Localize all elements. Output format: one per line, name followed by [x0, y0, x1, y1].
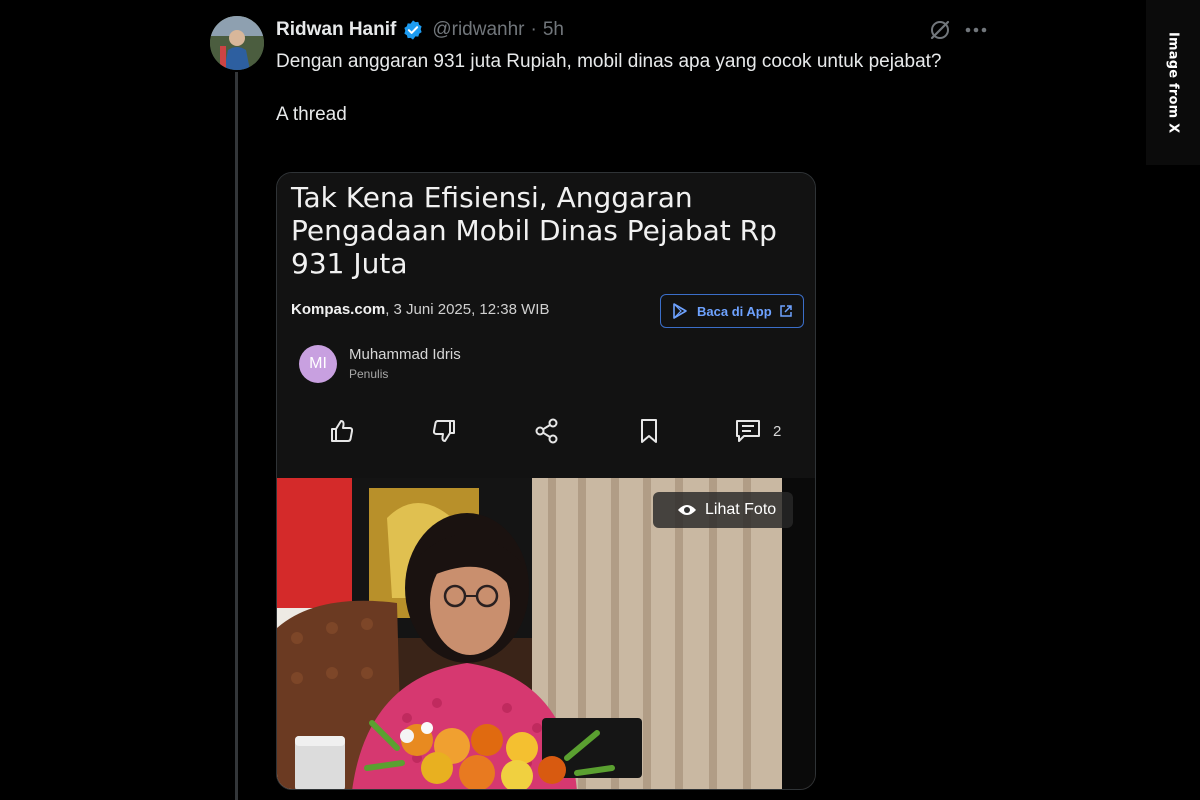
view-photo-button: Lihat Foto — [653, 492, 793, 528]
separator-dot: · — [530, 19, 537, 40]
avatar-image — [210, 16, 264, 70]
tweet-text-line: A thread — [276, 104, 347, 125]
view-photo-label: Lihat Foto — [705, 501, 777, 518]
article-headline: Tak Kena Efisiensi, Anggaran Pengadaan M… — [291, 181, 777, 280]
eye-icon — [678, 505, 696, 515]
thumbs-up-icon — [327, 416, 357, 446]
author-avatar[interactable] — [210, 16, 264, 70]
tweet-text: Dengan anggaran 931 juta Rupiah, mobil d… — [276, 48, 966, 128]
comment-count: 2 — [773, 423, 782, 440]
comment-icon — [733, 416, 763, 446]
read-in-app-label: Baca di App — [697, 303, 772, 319]
tweet-text-line: Dengan anggaran 931 juta Rupiah, mobil d… — [276, 51, 942, 72]
article-source: Kompas.com — [291, 301, 386, 318]
external-link-icon — [780, 305, 792, 317]
share-icon — [532, 416, 562, 446]
read-in-app-button: Baca di App — [660, 294, 804, 328]
article-photo: Lihat Foto — [277, 478, 815, 789]
attached-image-card[interactable]: Tak Kena Efisiensi, Anggaran Pengadaan M… — [276, 172, 816, 790]
article-author-role: Penulis — [349, 367, 389, 381]
article-meta: Kompas.com, 3 Juni 2025, 12:38 WIB — [291, 301, 549, 318]
thread-line — [235, 72, 238, 800]
image-source-label: Image from X — [1165, 31, 1181, 134]
display-name[interactable]: Ridwan Hanif — [276, 19, 396, 41]
handle[interactable]: @ridwanhr — [432, 19, 524, 41]
article-author-name: Muhammad Idris — [349, 346, 461, 363]
more-icon[interactable] — [962, 18, 990, 42]
bookmark-icon — [634, 416, 664, 446]
image-source-tab: Image from X — [1146, 0, 1200, 165]
article-date: , 3 Juni 2025, 12:38 WIB — [385, 301, 550, 318]
play-store-icon — [673, 303, 687, 319]
grok-icon[interactable] — [928, 18, 952, 42]
verified-badge-icon — [404, 20, 422, 40]
article-screenshot-header: Tak Kena Efisiensi, Anggaran Pengadaan M… — [277, 173, 815, 478]
thumbs-down-icon — [429, 416, 459, 446]
timestamp[interactable]: 5h — [543, 19, 564, 41]
article-author-avatar: MI — [299, 345, 337, 383]
tweet-header: Ridwan Hanif @ridwanhr · 5h — [276, 18, 564, 42]
